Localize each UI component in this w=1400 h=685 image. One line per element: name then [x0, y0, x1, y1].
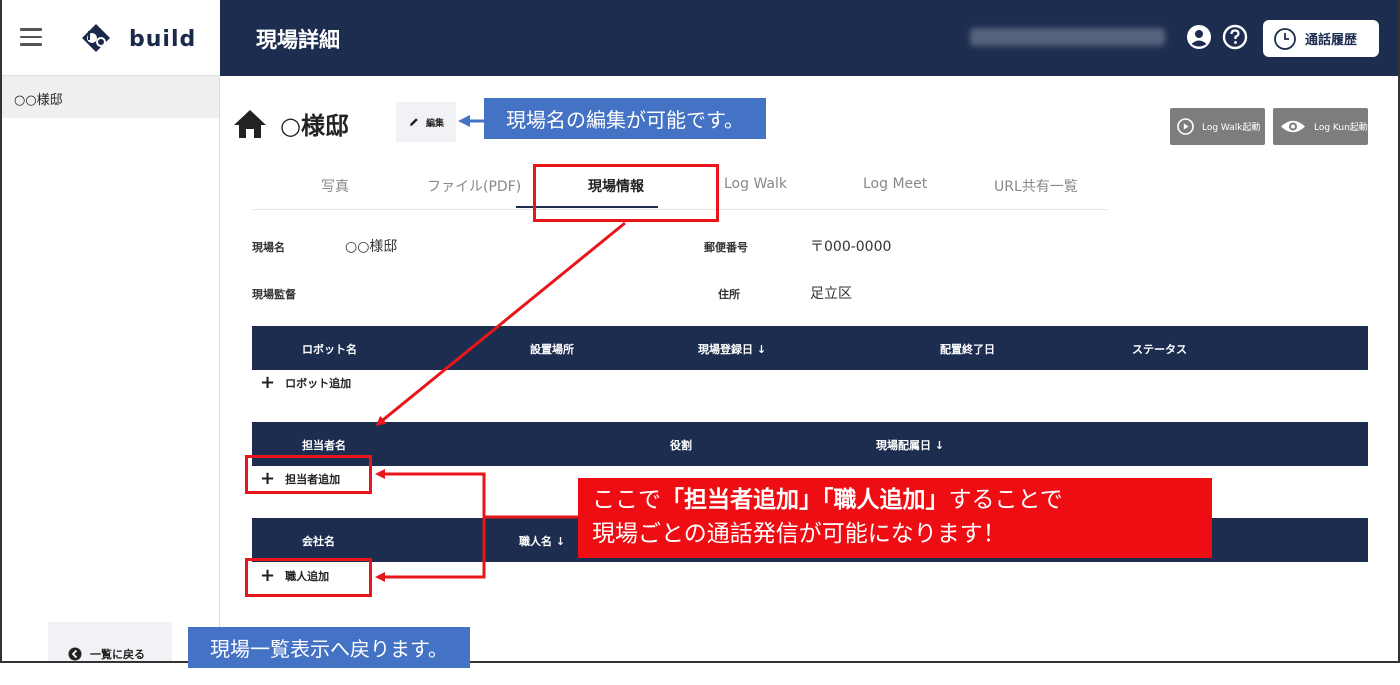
main-note-part-b: 「担当者追加」「職人追加」: [661, 487, 949, 513]
tab-log-meet[interactable]: Log Meet: [863, 176, 927, 192]
col-worker-name-label: 職人名: [519, 535, 552, 548]
clock-icon: [1274, 27, 1296, 50]
call-history-label: 通話履歴: [1305, 33, 1358, 48]
top-bar: 現場詳細 通話履歴: [220, 0, 1398, 76]
site-name: ○様邸: [280, 112, 349, 140]
edit-label: 編集: [425, 118, 444, 129]
back-to-list-button[interactable]: 一覧に戻る: [48, 622, 172, 661]
logo: build: [72, 18, 195, 60]
address-value: 足立区: [810, 286, 852, 302]
sidebar-header: build: [2, 0, 220, 76]
sort-down-icon: ↓: [756, 343, 767, 356]
back-note-callout: 現場一覧表示へ戻ります。: [188, 627, 470, 668]
address-label: 住所: [718, 288, 740, 301]
main-content: ○様邸 編集 Log Walk起動 Log Kun起動 写真 ファイル(PDF)…: [220, 76, 1398, 661]
log-walk-button[interactable]: Log Walk起動: [1170, 108, 1265, 145]
col-location[interactable]: 設置場所: [530, 341, 574, 357]
back-to-list-label: 一覧に戻る: [90, 648, 145, 661]
supervisor-label: 現場監督: [252, 288, 296, 301]
menu-icon[interactable]: [20, 28, 42, 46]
sidebar: ○○様邸 一覧に戻る: [2, 76, 220, 661]
tab-url-share[interactable]: URL共有一覧: [994, 176, 1078, 196]
edit-button[interactable]: 編集: [396, 102, 456, 142]
sort-down-icon: ↓: [934, 439, 945, 452]
col-assigned-date[interactable]: 現場配属日 ↓: [876, 437, 944, 453]
page-title: 現場詳細: [256, 28, 340, 52]
sort-down-icon: ↓: [555, 535, 566, 548]
site-name-value: ○○様邸: [345, 239, 398, 255]
home-icon: [234, 109, 266, 138]
highlight-add-worker: [245, 558, 372, 597]
pencil-icon: [409, 118, 418, 126]
robot-table-header: ロボット名 設置場所 現場登録日 ↓ 配置終了日 ステータス: [252, 326, 1368, 370]
blurred-company-name: [970, 28, 1165, 46]
col-assigned-date-label: 現場配属日: [876, 439, 931, 452]
col-registered-date-label: 現場登録日: [698, 343, 753, 356]
staff-table-header: 担当者名 役割 現場配属日 ↓: [252, 422, 1368, 466]
log-kun-label: Log Kun起動: [1314, 123, 1368, 133]
site-name-label: 現場名: [252, 241, 285, 254]
postal-code-label: 郵便番号: [704, 241, 748, 254]
call-history-button[interactable]: 通話履歴: [1263, 20, 1379, 57]
col-registered-date[interactable]: 現場登録日 ↓: [698, 341, 766, 357]
col-status[interactable]: ステータス: [1132, 341, 1187, 357]
play-circle-icon: [1177, 118, 1194, 135]
add-robot-button[interactable]: + ロボット追加: [260, 374, 351, 392]
log-kun-button[interactable]: Log Kun起動: [1273, 108, 1368, 145]
col-company-name[interactable]: 会社名: [302, 533, 335, 549]
sidebar-item-site[interactable]: ○○様邸: [2, 76, 219, 118]
highlight-site-info-tab: [533, 164, 719, 222]
help-icon[interactable]: [1222, 24, 1248, 50]
back-arrow-icon: [68, 647, 82, 661]
postal-code-value: 〒000-0000: [810, 239, 892, 255]
log-walk-label: Log Walk起動: [1202, 123, 1261, 133]
main-note-line2: 現場ごとの通話発信が可能になります！: [592, 521, 1006, 547]
tab-photos[interactable]: 写真: [321, 176, 349, 196]
logo-mark-icon: [82, 24, 110, 52]
edit-note-callout: 現場名の編集が可能です。: [484, 98, 766, 139]
main-note-callout: ここで「担当者追加」「職人追加」することで 現場ごとの通話発信が可能になります！: [578, 478, 1212, 558]
main-note-part-a: ここで: [592, 487, 661, 513]
logo-text: build: [129, 27, 197, 52]
main-note-line1: ここで「担当者追加」「職人追加」することで: [592, 483, 1198, 517]
tab-log-walk[interactable]: Log Walk: [724, 176, 787, 192]
col-staff-name[interactable]: 担当者名: [302, 437, 346, 453]
col-role[interactable]: 役割: [670, 437, 692, 453]
col-robot-name[interactable]: ロボット名: [302, 341, 357, 357]
site-heading: ○様邸: [232, 106, 349, 141]
account-icon[interactable]: [1186, 24, 1212, 50]
tab-files[interactable]: ファイル(PDF): [427, 176, 521, 196]
plus-icon: +: [260, 372, 276, 393]
col-worker-name[interactable]: 職人名 ↓: [519, 533, 565, 549]
eye-icon: [1281, 120, 1305, 133]
highlight-add-staff: [245, 455, 372, 494]
add-robot-label: ロボット追加: [285, 377, 352, 390]
col-end-date[interactable]: 配置終了日: [940, 341, 995, 357]
main-note-part-c: することで: [948, 487, 1063, 513]
